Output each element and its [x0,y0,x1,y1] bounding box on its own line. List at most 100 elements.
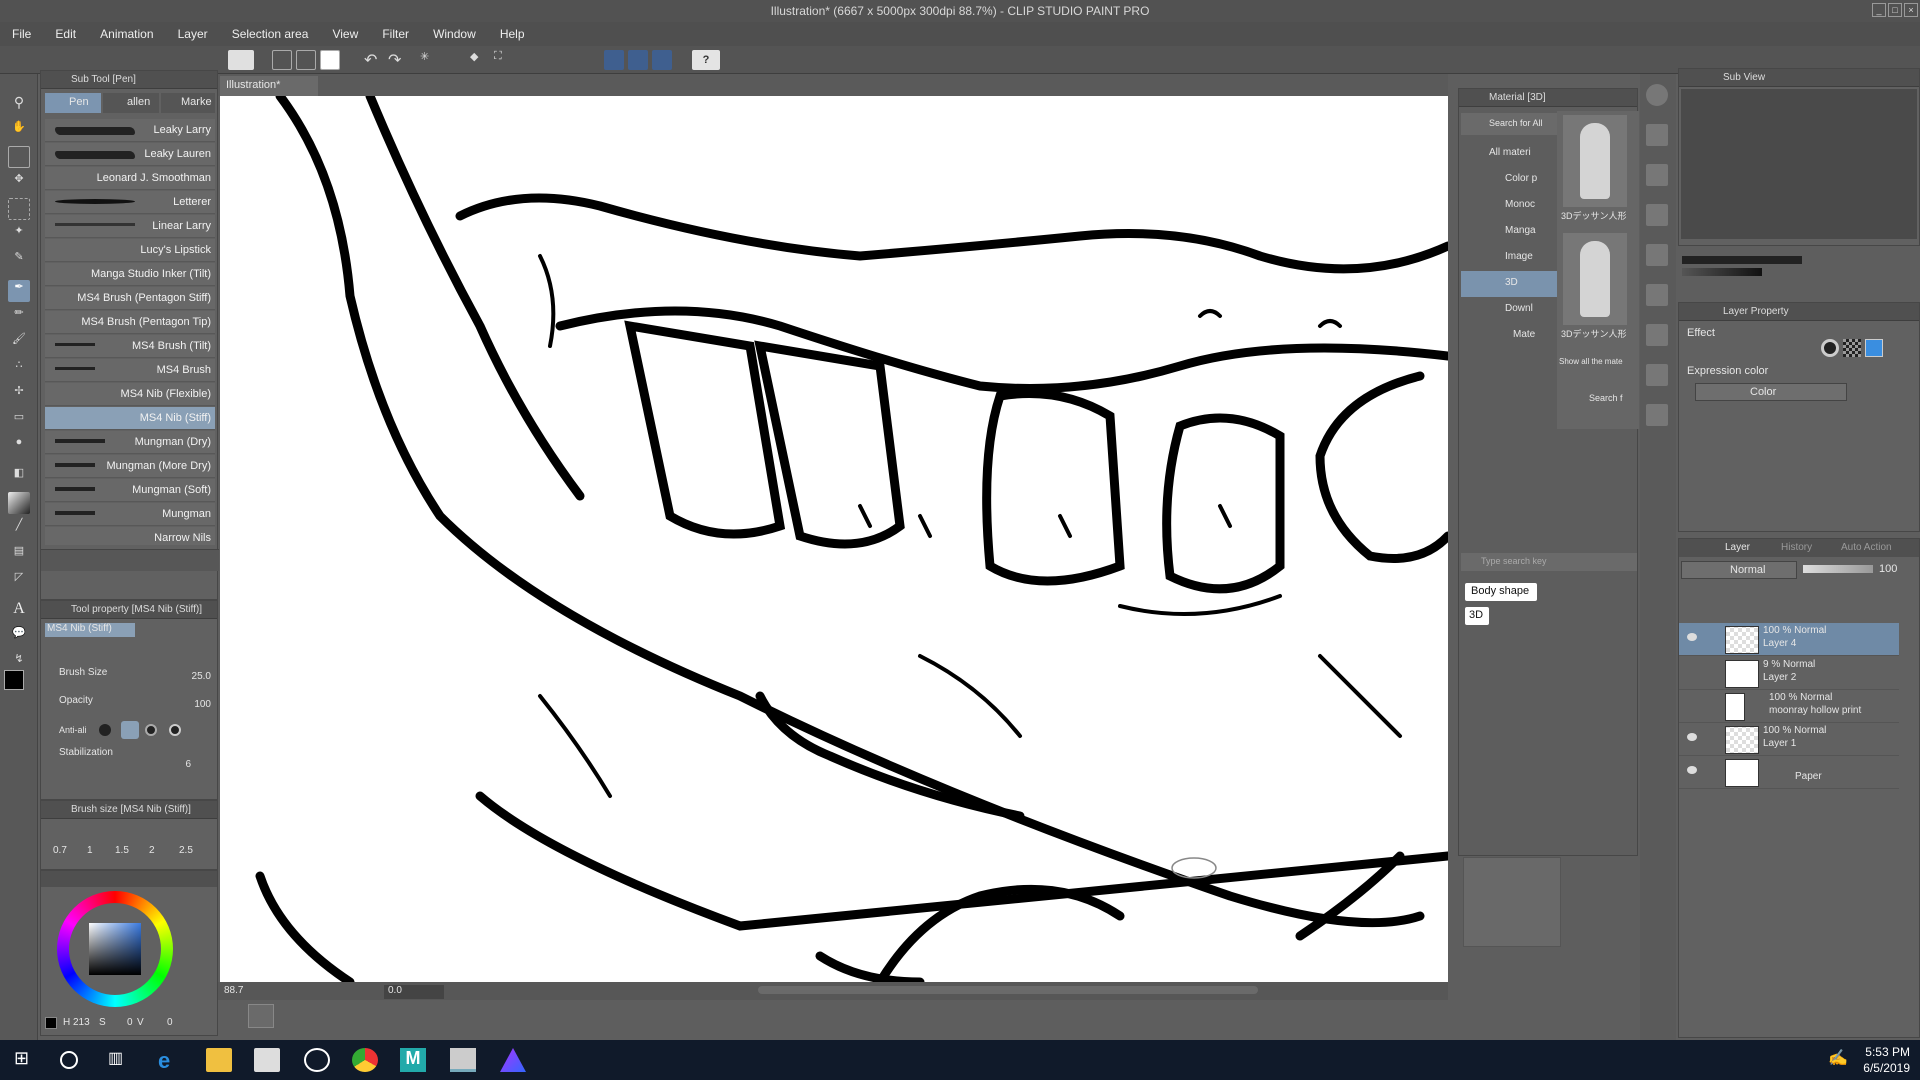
brush-size-preset[interactable]: 2.5 [179,845,193,856]
material-icon[interactable] [1646,404,1668,426]
pencil-tool-icon[interactable]: ✏ [8,306,30,328]
search-icon[interactable] [60,1051,78,1069]
material-icon[interactable] [1646,244,1668,266]
list-item[interactable]: Mungman [45,503,215,526]
eye-icon[interactable] [1687,766,1697,774]
rotate-slider[interactable] [1682,268,1762,276]
material-search[interactable]: Search for All [1461,113,1557,135]
tag-3d[interactable]: 3D [1465,607,1489,625]
list-item[interactable]: MS4 Nib (Stiff) [45,407,215,430]
zoom-slider[interactable] [1682,256,1802,264]
antialias-options[interactable] [99,721,199,739]
tag-search-input[interactable]: Type search key [1461,553,1637,571]
layer-row[interactable]: Paper [1679,756,1899,789]
undo-icon[interactable]: ↶ [364,50,384,70]
menu-selection-area[interactable]: Selection area [220,22,318,41]
opacity-value[interactable]: 100 [151,699,215,713]
eyedropper-icon[interactable]: ✎ [8,250,30,272]
list-item[interactable]: Leonard J. Smoothman [45,167,215,190]
list-item[interactable]: MS4 Brush (Pentagon Stiff) [45,287,215,310]
affinity-icon[interactable] [500,1048,526,1072]
tree-item[interactable]: 3D [1461,271,1557,297]
layer-color-icon[interactable] [1865,339,1883,357]
list-item[interactable]: MS4 Nib (Flexible) [45,383,215,406]
show-all-link[interactable]: Show all the mate [1559,357,1637,366]
hand-tool-icon[interactable]: ✋ [8,120,30,142]
snap-grid-icon[interactable] [652,50,672,70]
help-icon[interactable]: ? [692,50,720,70]
zoom-readout[interactable]: 88.7 [224,985,243,996]
zoom-tool-icon[interactable]: ⚲ [8,94,30,116]
operation-tool-icon[interactable] [8,146,30,168]
pen-input-icon[interactable]: ✍ [1828,1048,1854,1072]
menu-filter[interactable]: Filter [370,22,418,41]
list-item[interactable]: Manga Studio Inker (Tilt) [45,263,215,286]
blend-mode-select[interactable]: Normal [1681,561,1797,579]
list-item[interactable]: MS4 Brush (Tilt) [45,335,215,358]
tab-layer[interactable]: Layer [1725,542,1750,553]
snap-special-ruler-icon[interactable] [628,50,648,70]
stabilization-value[interactable]: 6 [151,759,195,773]
transform-icon[interactable]: ⛶ [494,50,514,70]
frame-border-icon[interactable]: ▤ [8,544,30,566]
list-item[interactable]: Linear Larry [45,215,215,238]
unreal-icon[interactable] [304,1048,330,1072]
balloon-icon[interactable]: 💬 [8,626,30,648]
tree-item[interactable]: Mate [1461,323,1557,349]
tree-item[interactable]: Image [1461,245,1557,271]
list-item[interactable]: Letterer [45,191,215,214]
antialias-none-icon[interactable] [99,724,111,736]
auto-select-icon[interactable]: ✦ [8,224,30,246]
figure-icon[interactable]: ╱ [8,518,30,540]
antialias-weak-icon[interactable] [121,721,139,739]
material-icon[interactable] [1646,204,1668,226]
list-item[interactable]: Lucy's Lipstick [45,239,215,262]
tab-pen[interactable]: Pen [45,93,101,113]
material-icon[interactable] [1646,364,1668,386]
decoration-icon[interactable]: ✢ [8,384,30,406]
airbrush-icon[interactable]: ∴ [8,358,30,380]
tag-body-shape[interactable]: Body shape [1465,583,1537,601]
list-item[interactable]: MS4 Brush (Pentagon Tip) [45,311,215,334]
redo-icon[interactable]: ↷ [388,50,408,70]
antialias-strong-icon[interactable] [169,724,181,736]
list-item[interactable]: Mungman (Soft) [45,479,215,502]
maximize-button[interactable]: □ [1888,3,1902,17]
tab-history[interactable]: History [1781,542,1812,553]
snap-ruler-icon[interactable] [604,50,624,70]
text-tool-icon[interactable]: A [8,600,30,622]
tab-auto-action[interactable]: Auto Action [1841,542,1892,553]
mannequin-3d-thumb[interactable] [1563,115,1627,207]
brush-size-preset[interactable]: 2 [149,845,155,856]
menu-layer[interactable]: Layer [166,22,217,41]
search-icon[interactable] [1646,84,1668,106]
expression-color-select[interactable]: Color [1695,383,1847,401]
tab-marker[interactable]: Marke [161,93,215,113]
brush-size-value[interactable]: 25.0 [151,671,215,685]
list-item[interactable]: MS4 Brush [45,359,215,382]
task-view-icon[interactable]: ▥ [108,1048,134,1072]
menu-view[interactable]: View [320,22,367,41]
pen-tool-icon[interactable]: ✒ [8,280,30,302]
fill-icon[interactable]: ◆ [470,50,490,70]
list-item[interactable]: Mungman (More Dry) [45,455,215,478]
chrome-icon[interactable] [352,1048,378,1072]
tree-item[interactable]: Color p [1461,167,1557,193]
layer-row[interactable]: 9 % Normal Layer 2 [1679,657,1899,690]
eye-icon[interactable] [1687,633,1697,641]
clear-icon[interactable]: ✳ [420,50,440,70]
tab-allen[interactable]: allen [103,93,159,113]
tone-effect-icon[interactable] [1843,339,1861,357]
eraser-icon[interactable]: ▭ [8,410,30,432]
zbrush-icon[interactable] [254,1048,280,1072]
brush-size-preset[interactable]: 1.5 [115,845,129,856]
list-item[interactable]: Leaky Larry [45,119,215,142]
move-layer-icon[interactable]: ✥ [8,172,30,194]
tree-item[interactable]: All materi [1461,141,1557,167]
menu-file[interactable]: File [0,22,40,41]
layer-row[interactable]: 100 % Normal moonray hollow print [1679,690,1899,723]
layer-row[interactable]: 100 % Normal Layer 1 [1679,723,1899,756]
horizontal-scrollbar[interactable] [758,986,1258,994]
rotation-readout[interactable]: 0.0 [384,985,444,999]
material-icon[interactable] [1646,164,1668,186]
